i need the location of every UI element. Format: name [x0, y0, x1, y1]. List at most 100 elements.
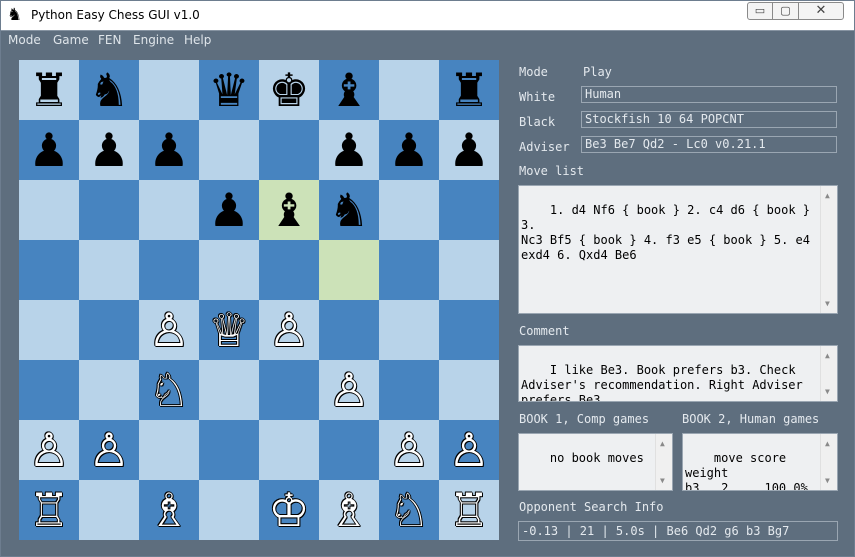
- piece-white-h1[interactable]: ♖: [448, 480, 489, 540]
- square-g7[interactable]: ♟: [379, 120, 439, 180]
- square-b7[interactable]: ♟: [79, 120, 139, 180]
- square-g5[interactable]: [379, 240, 439, 300]
- square-f7[interactable]: ♟: [319, 120, 379, 180]
- square-d1[interactable]: [199, 480, 259, 540]
- square-h2[interactable]: ♙: [439, 420, 499, 480]
- book2-scrollbar[interactable]: ▲ ▼: [820, 434, 837, 490]
- piece-white-g1[interactable]: ♘: [388, 480, 429, 540]
- square-b6[interactable]: [79, 180, 139, 240]
- piece-white-a1[interactable]: ♖: [28, 480, 69, 540]
- square-g8[interactable]: [379, 60, 439, 120]
- square-d2[interactable]: [199, 420, 259, 480]
- square-g4[interactable]: [379, 300, 439, 360]
- square-a4[interactable]: [19, 300, 79, 360]
- scroll-up-icon[interactable]: ▲: [825, 188, 830, 203]
- piece-white-d4[interactable]: ♕: [208, 300, 249, 360]
- square-c4[interactable]: ♙: [139, 300, 199, 360]
- piece-black-f6[interactable]: ♞: [328, 180, 369, 240]
- piece-black-d8[interactable]: ♛: [208, 60, 249, 120]
- square-h3[interactable]: [439, 360, 499, 420]
- move-list-textarea[interactable]: 1. d4 Nf6 { book } 2. c4 d6 { book } 3. …: [518, 185, 838, 314]
- piece-black-b7[interactable]: ♟: [88, 120, 129, 180]
- menu-mode[interactable]: Mode: [8, 33, 41, 47]
- menu-fen[interactable]: FEN: [98, 33, 121, 47]
- square-a5[interactable]: [19, 240, 79, 300]
- scroll-down-icon[interactable]: ▼: [825, 384, 830, 399]
- square-f2[interactable]: [319, 420, 379, 480]
- square-g1[interactable]: ♘: [379, 480, 439, 540]
- piece-black-g7[interactable]: ♟: [388, 120, 429, 180]
- piece-white-e1[interactable]: ♔: [268, 480, 309, 540]
- square-f6[interactable]: ♞: [319, 180, 379, 240]
- scroll-down-icon[interactable]: ▼: [825, 296, 830, 311]
- close-button[interactable]: ✕: [798, 2, 844, 20]
- piece-black-h8[interactable]: ♜: [448, 60, 489, 120]
- minimize-button[interactable]: ▭: [747, 2, 773, 20]
- maximize-button[interactable]: ▢: [772, 2, 799, 20]
- scroll-up-icon[interactable]: ▲: [660, 436, 665, 451]
- piece-black-a7[interactable]: ♟: [28, 120, 69, 180]
- square-e7[interactable]: [259, 120, 319, 180]
- square-c7[interactable]: ♟: [139, 120, 199, 180]
- piece-white-c4[interactable]: ♙: [148, 300, 189, 360]
- book1-scrollbar[interactable]: ▲ ▼: [655, 434, 672, 490]
- square-c3[interactable]: ♘: [139, 360, 199, 420]
- square-b2[interactable]: ♙: [79, 420, 139, 480]
- piece-white-g2[interactable]: ♙: [388, 420, 429, 480]
- square-b5[interactable]: [79, 240, 139, 300]
- comment-textarea[interactable]: I like Be3. Book prefers b3. Check Advis…: [518, 345, 838, 402]
- square-g6[interactable]: [379, 180, 439, 240]
- menu-game[interactable]: Game: [53, 33, 89, 47]
- piece-white-b2[interactable]: ♙: [88, 420, 129, 480]
- square-c1[interactable]: ♗: [139, 480, 199, 540]
- square-f1[interactable]: ♗: [319, 480, 379, 540]
- square-c5[interactable]: [139, 240, 199, 300]
- square-c2[interactable]: [139, 420, 199, 480]
- square-d5[interactable]: [199, 240, 259, 300]
- menu-engine[interactable]: Engine: [133, 33, 174, 47]
- square-a1[interactable]: ♖: [19, 480, 79, 540]
- square-f4[interactable]: [319, 300, 379, 360]
- book1-textarea[interactable]: no book moves ▲ ▼: [518, 433, 673, 491]
- square-a3[interactable]: [19, 360, 79, 420]
- piece-black-c7[interactable]: ♟: [148, 120, 189, 180]
- square-b8[interactable]: ♞: [79, 60, 139, 120]
- scroll-up-icon[interactable]: ▲: [825, 348, 830, 363]
- piece-white-c1[interactable]: ♗: [148, 480, 189, 540]
- square-h5[interactable]: [439, 240, 499, 300]
- square-h6[interactable]: [439, 180, 499, 240]
- black-player-field[interactable]: Stockfish 10 64 POPCNT: [581, 111, 837, 128]
- scroll-up-icon[interactable]: ▲: [825, 436, 830, 451]
- square-h8[interactable]: ♜: [439, 60, 499, 120]
- piece-black-e8[interactable]: ♚: [268, 60, 309, 120]
- square-b3[interactable]: [79, 360, 139, 420]
- square-d7[interactable]: [199, 120, 259, 180]
- square-h4[interactable]: [439, 300, 499, 360]
- scroll-down-icon[interactable]: ▼: [825, 473, 830, 488]
- square-a7[interactable]: ♟: [19, 120, 79, 180]
- book2-textarea[interactable]: move score weight b3 2 100.0% ▲ ▼: [682, 433, 838, 491]
- square-g2[interactable]: ♙: [379, 420, 439, 480]
- square-d8[interactable]: ♛: [199, 60, 259, 120]
- piece-white-f3[interactable]: ♙: [328, 360, 369, 420]
- comment-scrollbar[interactable]: ▲ ▼: [820, 346, 837, 401]
- move-list-scrollbar[interactable]: ▲ ▼: [820, 186, 837, 313]
- square-e2[interactable]: [259, 420, 319, 480]
- piece-black-h7[interactable]: ♟: [448, 120, 489, 180]
- piece-black-f8[interactable]: ♝: [328, 60, 369, 120]
- piece-white-c3[interactable]: ♘: [148, 360, 189, 420]
- search-info-field[interactable]: -0.13 | 21 | 5.0s | Be6 Qd2 g6 b3 Bg7: [518, 521, 838, 541]
- piece-black-e6[interactable]: ♝: [268, 180, 309, 240]
- square-e1[interactable]: ♔: [259, 480, 319, 540]
- square-f5[interactable]: [319, 240, 379, 300]
- square-d6[interactable]: ♟: [199, 180, 259, 240]
- piece-white-a2[interactable]: ♙: [28, 420, 69, 480]
- square-e5[interactable]: [259, 240, 319, 300]
- adviser-field[interactable]: Be3 Be7 Qd2 - Lc0 v0.21.1: [581, 136, 837, 153]
- scroll-down-icon[interactable]: ▼: [660, 473, 665, 488]
- square-b1[interactable]: [79, 480, 139, 540]
- piece-black-d6[interactable]: ♟: [208, 180, 249, 240]
- square-e8[interactable]: ♚: [259, 60, 319, 120]
- piece-black-a8[interactable]: ♜: [28, 60, 69, 120]
- square-b4[interactable]: [79, 300, 139, 360]
